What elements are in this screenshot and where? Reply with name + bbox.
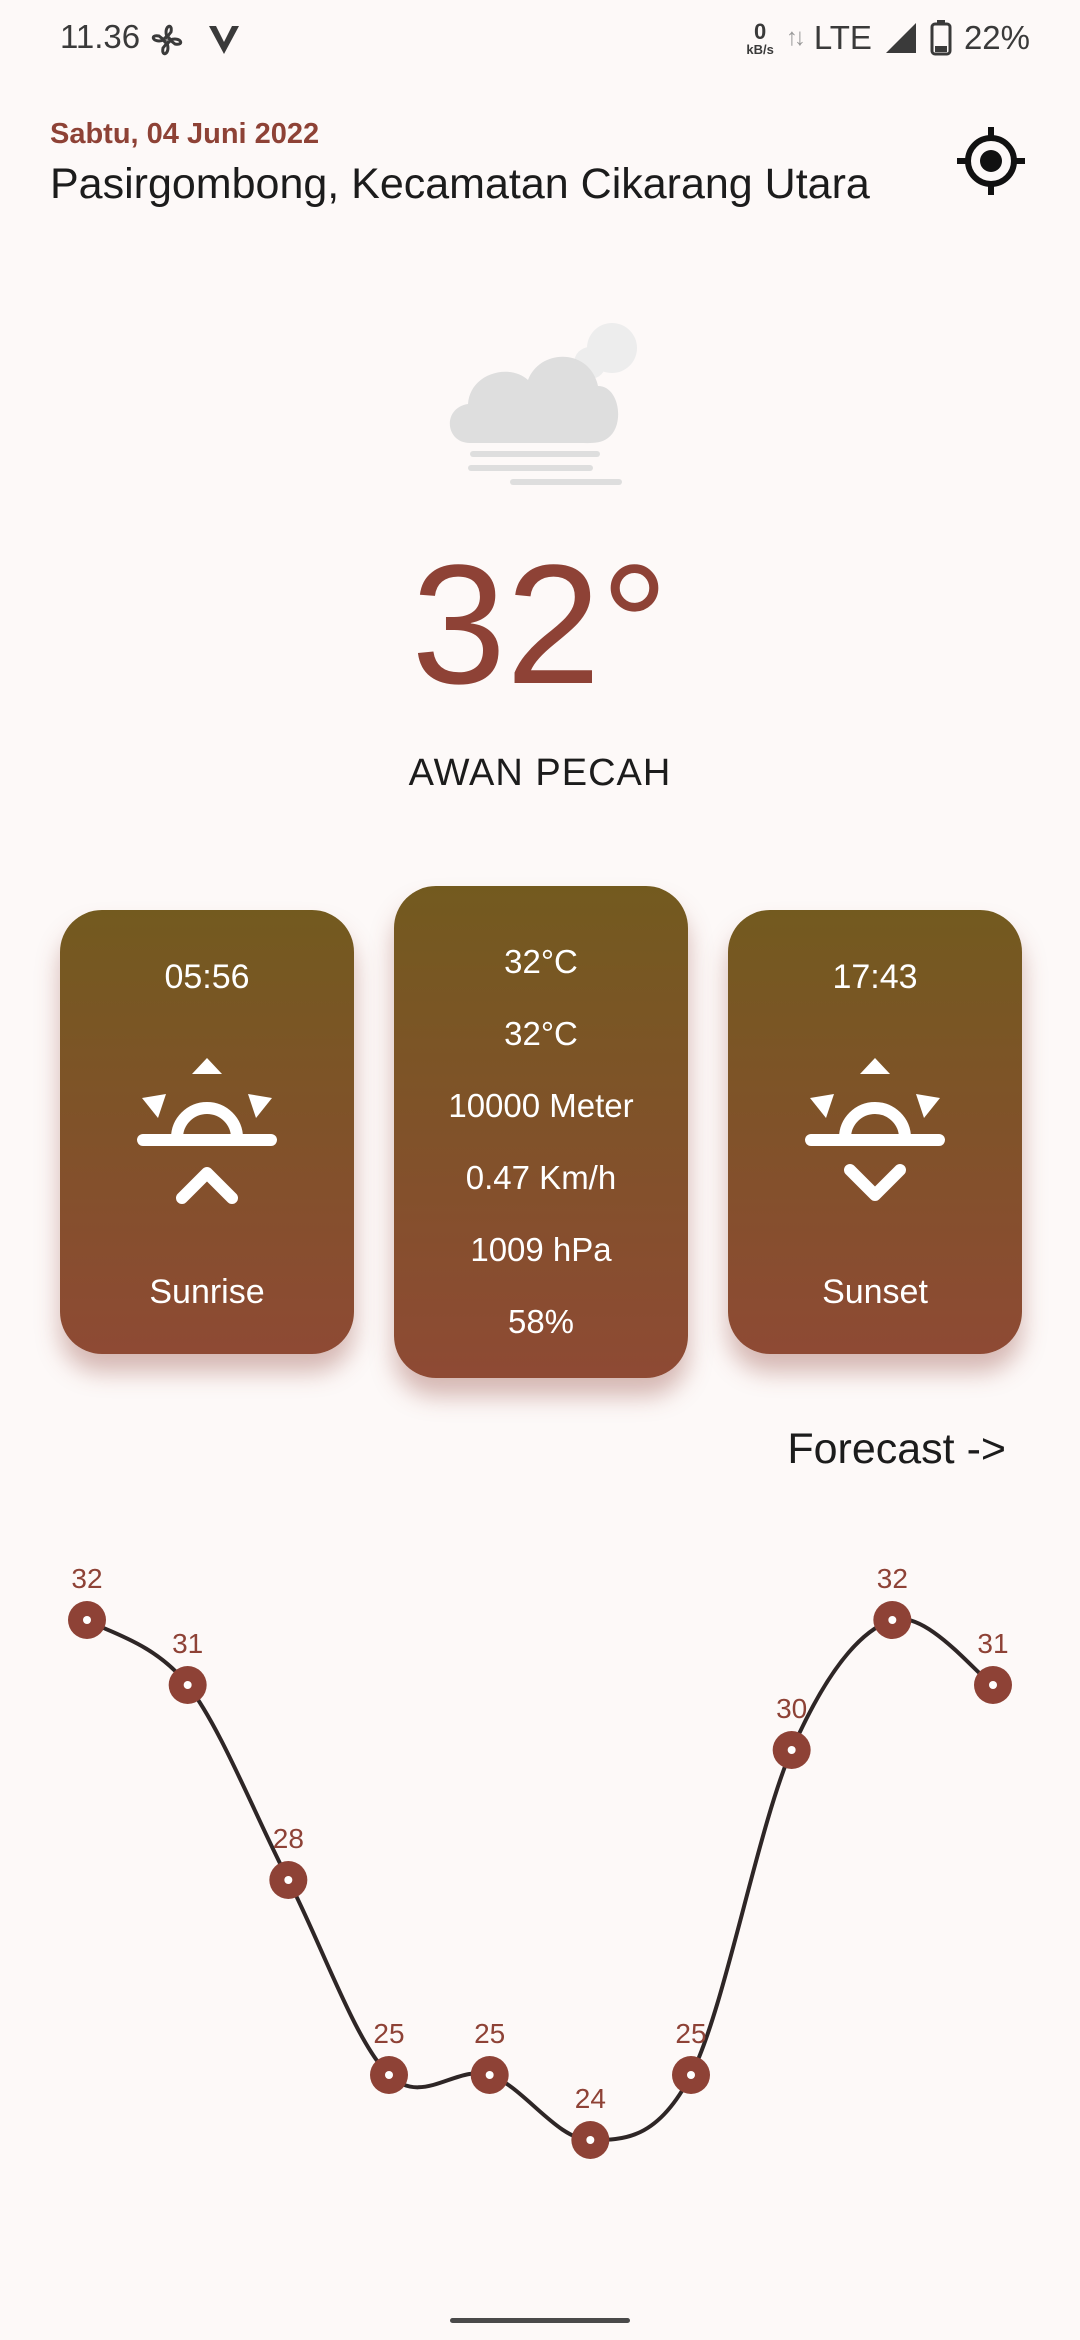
- weather-description: AWAN PECAH: [408, 752, 672, 794]
- data-label: 25: [675, 2018, 706, 2049]
- data-label: 32: [71, 1563, 102, 1594]
- data-label: 28: [273, 1823, 304, 1854]
- data-point-center: [385, 2071, 393, 2079]
- detail-visibility: 10000 Meter: [448, 1087, 634, 1124]
- detail-pressure: 1009 hPa: [470, 1231, 612, 1268]
- data-point-center: [687, 2071, 695, 2079]
- detail-humidity: 58%: [507, 1303, 575, 1340]
- data-arrows-icon: ↑↓: [785, 24, 806, 51]
- data-label: 24: [575, 2083, 606, 2114]
- data-label: 25: [474, 2018, 505, 2049]
- status-bar: 11.36 0 kB/s ↑↓ LTE 22%: [0, 0, 1080, 80]
- signal-icon: [885, 23, 916, 53]
- sunset-card: 17:43 Sunset: [728, 910, 1022, 1354]
- sunset-icon: [805, 1058, 945, 1201]
- gesture-navigation-bar[interactable]: [450, 2318, 630, 2323]
- detail-feels-like: 32°C: [504, 1015, 578, 1052]
- sunrise-time: 05:56: [164, 958, 250, 996]
- data-point-center: [284, 1876, 293, 1884]
- sunrise-label: Sunrise: [149, 1273, 265, 1311]
- forecast-link[interactable]: Forecast ->: [787, 1425, 1006, 1474]
- fan-icon: [151, 24, 183, 56]
- detail-temp: 32°C: [504, 943, 578, 980]
- temperature-forecast-chart: 32 31 28 25 25 24 25 30 32 31: [68, 1563, 1012, 2159]
- v-logo-icon: [209, 26, 239, 54]
- sunrise-card: 05:56 Sunrise: [60, 910, 354, 1354]
- data-point-center: [586, 2136, 595, 2144]
- data-point-center: [183, 1681, 192, 1689]
- sunrise-icon: [137, 1058, 277, 1204]
- data-label: 31: [977, 1628, 1008, 1659]
- series-line: [85, 1616, 995, 2143]
- detail-wind-speed: 0.47 Km/h: [465, 1159, 617, 1196]
- details-list: 32°C 32°C 10000 Meter 0.47 Km/h 1009 hPa…: [394, 926, 688, 1358]
- data-point-center: [787, 1746, 796, 1754]
- sunset-label: Sunset: [822, 1273, 928, 1311]
- data-point-center: [989, 1681, 997, 1689]
- data-label: 31: [172, 1628, 203, 1659]
- battery-level: 22%: [963, 19, 1030, 56]
- data-label: 32: [877, 1563, 908, 1594]
- data-label: 25: [373, 2018, 404, 2049]
- status-time: 11.36: [60, 18, 141, 55]
- data-point-center: [485, 2071, 494, 2079]
- net-speed: 0 kB/s: [746, 18, 774, 57]
- current-temperature: 32°: [411, 530, 669, 720]
- current-date: Sabtu, 04 Juni 2022: [50, 118, 320, 150]
- location-name: Pasirgombong, Kecamatan Cikarang Utara: [50, 160, 870, 208]
- data-label: 30: [776, 1693, 807, 1724]
- weather-details-card: 32°C 32°C 10000 Meter 0.47 Km/h 1009 hPa…: [394, 886, 688, 1378]
- network-type: LTE: [813, 19, 872, 56]
- data-point-center: [888, 1616, 897, 1624]
- status-indicators: 0 kB/s ↑↓ LTE 22%: [746, 16, 1030, 60]
- data-point-center: [83, 1616, 91, 1624]
- sunset-time: 17:43: [832, 958, 918, 996]
- battery-icon: [930, 20, 952, 56]
- cloud-fog-icon: [449, 323, 637, 485]
- target-location-icon[interactable]: [955, 125, 1027, 197]
